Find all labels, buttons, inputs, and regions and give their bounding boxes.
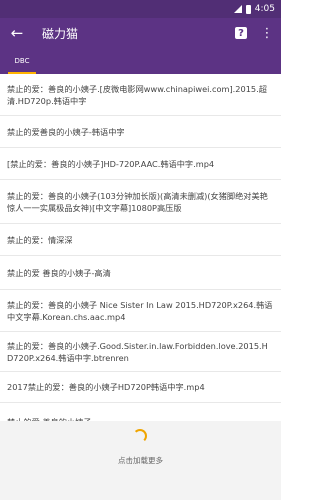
list-item-text: 禁止的爱善良的小姨子-韩语中字 <box>7 126 125 137</box>
result-list: 禁止的爱：善良的小姨子.[皮微电影网www.chinapiwei.com].20… <box>0 74 281 441</box>
list-item[interactable]: 禁止的爱 善良的小姨子-高清 <box>0 256 281 290</box>
tab-dbc[interactable]: DBC <box>0 48 44 74</box>
app-bar: ← 磁力猫 ? ⋮ <box>0 18 281 48</box>
list-item[interactable]: 禁止的爱善良的小姨子-韩语中字 <box>0 116 281 148</box>
list-item-text: 禁止的爱：善良的小姨子 Nice Sister In Law 2015.HD72… <box>7 299 273 322</box>
battery-icon <box>245 4 251 14</box>
status-bar: 4:05 <box>0 0 281 18</box>
list-item[interactable]: 禁止的爱：善良的小姨子(103分钟加长版)(高清未删减)(女猪脚绝对美艳惊人一一… <box>0 180 281 224</box>
list-item-text: 禁止的爱 善良的小姨子-高清 <box>7 267 111 278</box>
page-title: 磁力猫 <box>42 26 79 41</box>
list-item[interactable]: [禁止的爱：善良的小姨子]HD-720P.AAC.韩语中字.mp4 <box>0 148 281 180</box>
more-vert-icon[interactable]: ⋮ <box>259 26 275 41</box>
help-icon[interactable]: ? <box>235 27 247 39</box>
list-item-text: 2017禁止的爱：善良的小姨子HD720P韩语中字.mp4 <box>7 382 205 392</box>
list-item[interactable]: 禁止的爱：善良的小姨子.Good.Sister.in.law.Forbidden… <box>0 332 281 372</box>
load-more-footer[interactable]: 点击加载更多 <box>0 421 281 500</box>
list-item[interactable]: 禁止的爱：情深深 <box>0 224 281 256</box>
list-item[interactable]: 2017禁止的爱：善良的小姨子HD720P韩语中字.mp4 <box>0 372 281 403</box>
list-item-text: 禁止的爱：情深深 <box>7 234 73 245</box>
list-item-text: 禁止的爱：善良的小姨子(103分钟加长版)(高清未删减)(女猪脚绝对美艳惊人一一… <box>7 190 268 213</box>
back-arrow-icon[interactable]: ← <box>0 18 34 48</box>
list-item[interactable]: 禁止的爱：善良的小姨子 Nice Sister In Law 2015.HD72… <box>0 290 281 332</box>
tab-label: DBC <box>14 57 30 65</box>
list-item-text: 禁止的爱：善良的小姨子.Good.Sister.in.law.Forbidden… <box>7 340 268 363</box>
list-item[interactable]: 禁止的爱：善良的小姨子.[皮微电影网www.chinapiwei.com].20… <box>0 74 281 116</box>
loading-spinner-icon <box>133 429 147 443</box>
list-item-text: 禁止的爱：善良的小姨子.[皮微电影网www.chinapiwei.com].20… <box>7 83 267 106</box>
signal-icon <box>233 5 242 13</box>
list-item-text: [禁止的爱：善良的小姨子]HD-720P.AAC.韩语中字.mp4 <box>7 158 215 169</box>
load-more-button[interactable]: 点击加载更多 <box>0 455 281 466</box>
tab-bar: DBC <box>0 48 281 74</box>
status-time: 4:05 <box>254 4 275 14</box>
